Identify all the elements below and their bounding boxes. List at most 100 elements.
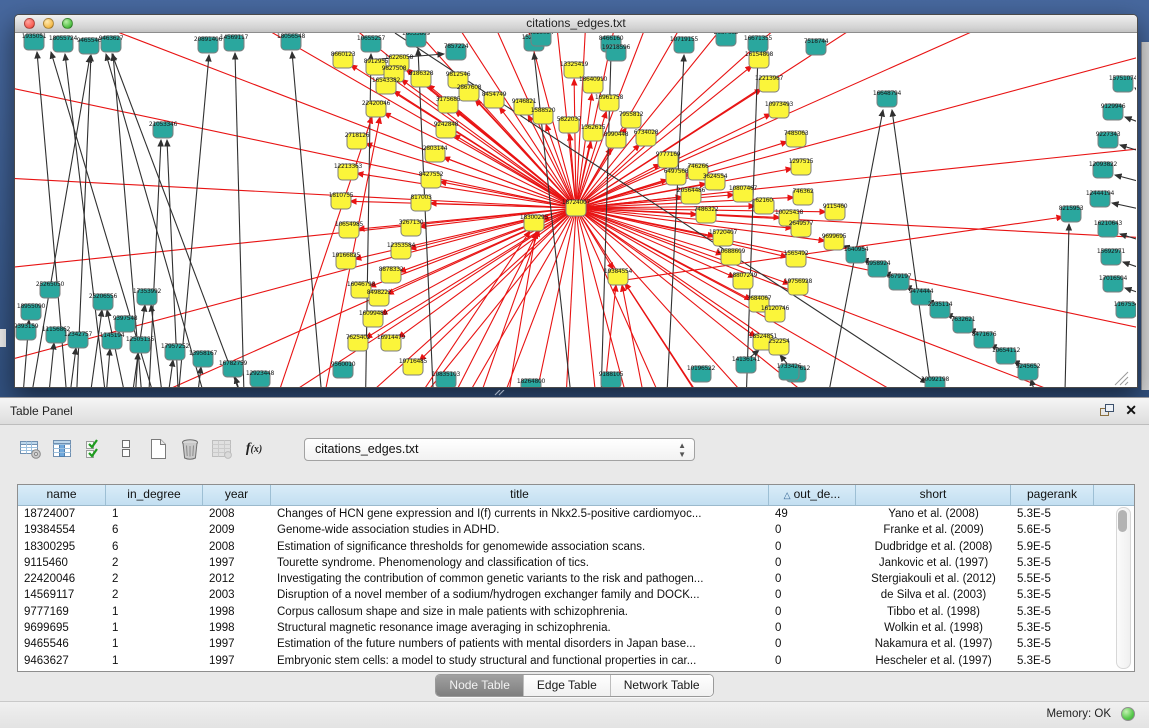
table-row[interactable]: 1456911722003Disruption of a novel membe… xyxy=(18,587,1134,603)
network-node[interactable]: 12444194 xyxy=(1086,190,1115,207)
network-node[interactable]: 7955812 xyxy=(619,111,644,128)
network-node[interactable]: 19756928 xyxy=(784,278,813,295)
network-node[interactable]: 8660123 xyxy=(331,51,356,68)
network-node[interactable]: 9115460 xyxy=(823,203,848,220)
network-node[interactable]: 10654985 xyxy=(335,221,364,238)
network-node[interactable]: 8878332 xyxy=(379,266,404,283)
table-row[interactable]: 946362711997Embryonic stem cells: a mode… xyxy=(18,653,1134,669)
network-node[interactable]: 5822037 xyxy=(557,116,582,133)
tab-edge-table[interactable]: Edge Table xyxy=(523,675,610,696)
table-selector-dropdown[interactable]: citations_edges.txt ▲▼ xyxy=(304,438,695,461)
network-node[interactable]: 18955090 xyxy=(17,303,46,320)
scrollbar-thumb[interactable] xyxy=(1118,510,1127,532)
network-node[interactable]: 2649577 xyxy=(789,220,814,237)
network-node[interactable]: 12342757 xyxy=(64,331,93,348)
network-node[interactable]: 12353584 xyxy=(387,242,416,259)
network-node[interactable]: 8427552 xyxy=(419,171,444,188)
network-node[interactable]: 1297515 xyxy=(789,158,814,175)
close-panel-icon[interactable]: ✕ xyxy=(1125,402,1137,418)
network-node[interactable]: 12505135 xyxy=(126,336,155,353)
memory-status-indicator[interactable] xyxy=(1121,707,1135,721)
window-titlebar[interactable]: citations_edges.txt xyxy=(15,15,1137,33)
network-node[interactable]: 18264800 xyxy=(517,378,546,387)
network-node[interactable]: 16671355 xyxy=(744,35,773,52)
network-node[interactable]: 10835103 xyxy=(432,371,461,387)
new-column-button[interactable] xyxy=(144,435,172,463)
network-node[interactable]: 7857224 xyxy=(444,43,469,60)
import-table-button[interactable] xyxy=(208,435,236,463)
table-panel-titlebar[interactable]: Table Panel ✕ xyxy=(0,398,1149,425)
network-node[interactable]: 1810755 xyxy=(329,192,354,209)
table-vertical-scrollbar[interactable] xyxy=(1116,507,1131,669)
network-node[interactable]: 1565492 xyxy=(784,250,809,267)
canvas-resize-grip-icon[interactable] xyxy=(1115,372,1128,385)
network-node[interactable]: 746362 xyxy=(792,188,814,205)
network-node[interactable]: 3267130 xyxy=(399,219,424,236)
network-node[interactable]: 22420046 xyxy=(362,100,391,117)
network-node[interactable]: 16782759 xyxy=(219,360,248,377)
network-node[interactable]: 15751074 xyxy=(1109,75,1136,92)
tab-node-table[interactable]: Node Table xyxy=(436,675,523,696)
network-node[interactable]: 6497568 xyxy=(664,168,689,185)
network-node[interactable]: 8498222 xyxy=(367,289,392,306)
network-node[interactable]: 9245652 xyxy=(1016,363,1041,380)
table-row[interactable]: 911546021997Tourette syndrome. Phenomeno… xyxy=(18,555,1134,571)
network-node[interactable]: 16120746 xyxy=(761,305,790,322)
network-node[interactable]: 8215953 xyxy=(1059,205,1084,222)
network-node[interactable]: 817003 xyxy=(410,194,432,211)
minimize-window-button[interactable] xyxy=(43,18,54,29)
network-node[interactable]: 10688609 xyxy=(717,248,746,265)
network-node[interactable]: 9393159 xyxy=(15,323,39,340)
network-node[interactable]: 12213363 xyxy=(334,163,363,180)
network-node[interactable]: 14569117 xyxy=(220,34,249,51)
network-node[interactable]: 9397548 xyxy=(113,315,138,332)
network-node[interactable]: 1167534 xyxy=(1114,301,1136,318)
close-window-button[interactable] xyxy=(24,18,35,29)
network-node[interactable]: 15692971 xyxy=(1097,248,1126,265)
network-node[interactable]: 17957252 xyxy=(161,343,190,360)
network-node[interactable]: 12093822 xyxy=(1089,161,1118,178)
show-columns-button[interactable] xyxy=(48,435,76,463)
network-node[interactable]: 9699695 xyxy=(822,233,847,250)
network-node[interactable]: 1362615 xyxy=(581,124,606,141)
table-row[interactable]: 946554611997Estimation of the future num… xyxy=(18,636,1134,652)
network-node[interactable]: 1733426 xyxy=(777,363,802,380)
network-node[interactable]: 9242848 xyxy=(434,121,459,138)
network-node[interactable]: 9463627 xyxy=(99,35,124,52)
network-node[interactable]: 18055724 xyxy=(49,35,78,52)
table-options-button[interactable] xyxy=(16,435,44,463)
network-node[interactable]: 18640910 xyxy=(579,76,608,93)
column-header-short[interactable]: short xyxy=(856,485,1011,505)
network-node[interactable]: 10092198 xyxy=(921,376,950,387)
network-node[interactable]: 252254 xyxy=(768,338,790,355)
network-node[interactable]: 10196522 xyxy=(687,365,716,382)
network-node[interactable]: 9227343 xyxy=(1096,131,1121,148)
network-node[interactable]: 20891406 xyxy=(194,36,223,53)
network-node[interactable]: 16154808 xyxy=(745,51,774,68)
table-row[interactable]: 1830029562008Estimation of significance … xyxy=(18,539,1134,555)
network-node[interactable]: 16210643 xyxy=(1094,220,1123,237)
network-node[interactable]: 3624554 xyxy=(703,173,728,190)
network-node[interactable]: 17016504 xyxy=(1099,275,1128,292)
network-node[interactable]: 12923448 xyxy=(246,370,275,387)
network-node[interactable]: 9129946 xyxy=(1101,103,1126,120)
network-node[interactable]: 19716485 xyxy=(399,358,428,375)
network-node[interactable]: 18056548 xyxy=(277,33,306,50)
float-window-icon[interactable] xyxy=(1098,402,1115,418)
network-node[interactable]: 10654112 xyxy=(992,347,1021,364)
table-row[interactable]: 1872400712008Changes of HCN gene express… xyxy=(18,506,1134,522)
network-node[interactable]: 9777169 xyxy=(656,151,681,168)
network-node[interactable]: 16099489 xyxy=(359,310,388,327)
network-node[interactable]: 17353992 xyxy=(133,288,162,305)
table-row[interactable]: 969969511998Structural magnetic resonanc… xyxy=(18,620,1134,636)
network-node[interactable]: 10719155 xyxy=(670,36,699,53)
network-node[interactable]: 19218596 xyxy=(602,44,631,61)
column-header-in_degree[interactable]: in_degree xyxy=(106,485,203,505)
network-node[interactable]: 2803144 xyxy=(423,145,448,162)
network-node[interactable]: 12213967 xyxy=(755,75,784,92)
network-node[interactable]: 16648794 xyxy=(873,90,902,107)
network-node[interactable]: 16961758 xyxy=(595,94,624,111)
network-node[interactable]: 25265050 xyxy=(36,281,65,298)
network-node[interactable]: 2718126 xyxy=(345,132,370,149)
select-rows-button[interactable] xyxy=(112,435,140,463)
